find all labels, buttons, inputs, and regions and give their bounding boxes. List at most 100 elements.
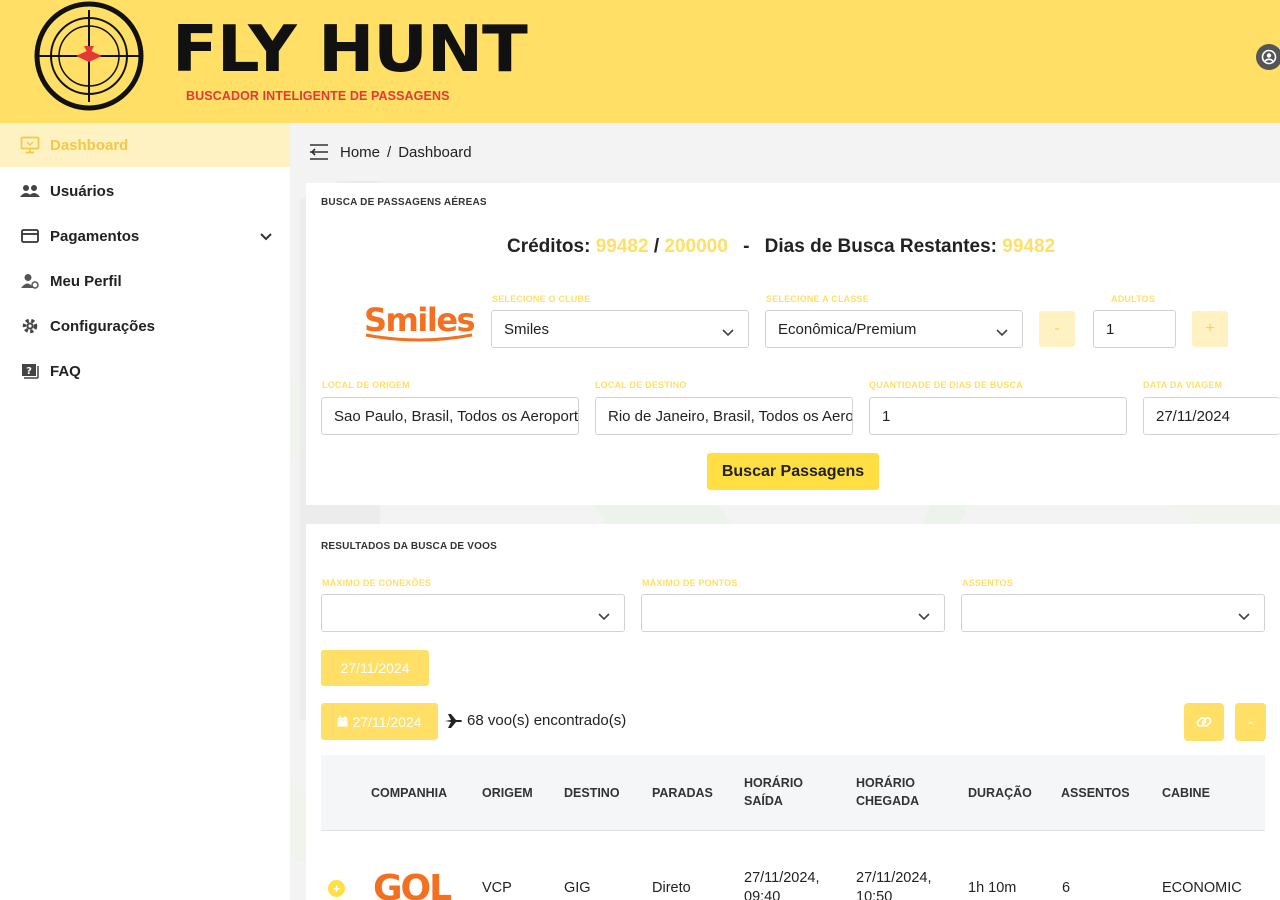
- cell-departure: 27/11/2024, 09:40: [744, 869, 820, 900]
- link-icon: [1196, 714, 1212, 730]
- destination-input[interactable]: Rio de Janeiro, Brasil, Todos os Aeropor…: [595, 397, 853, 435]
- chevron-down-icon: [722, 324, 734, 341]
- sidebar-item-label: Configurações: [50, 317, 156, 335]
- column-header-assentos[interactable]: ASSENTOS: [1061, 784, 1130, 802]
- cell-departure-time: 09:40: [744, 889, 781, 900]
- calendar-icon: [337, 716, 349, 727]
- column-header-origem[interactable]: ORIGEM: [482, 784, 533, 802]
- cell-departure-date: 27/11/2024,: [744, 870, 820, 886]
- days-remaining-label: Dias de Busca Restantes:: [764, 236, 997, 257]
- cell-arrival-date: 27/11/2024,: [856, 870, 932, 886]
- column-header-cabine[interactable]: CABINE: [1162, 784, 1210, 802]
- adults-label: ADULTOS: [1111, 294, 1156, 304]
- date-chip[interactable]: 27/11/2024: [321, 703, 438, 740]
- expand-row-icon[interactable]: +: [328, 880, 345, 897]
- breadcrumb-current: Dashboard: [398, 143, 472, 161]
- smiles-smile-icon: [365, 333, 473, 342]
- sidebar-item-faq[interactable]: ? FAQ: [0, 349, 290, 393]
- chevron-down-icon: [918, 608, 930, 625]
- credits-summary: Créditos: 99482 / 200000 - Dias de Busca…: [507, 236, 1055, 258]
- cell-cabin: ECONOMIC: [1162, 880, 1242, 896]
- credits-used: 99482: [595, 236, 649, 257]
- gol-airline-logo: GOL: [373, 868, 452, 900]
- travel-date-value: 27/11/2024: [1156, 407, 1230, 425]
- credits-label: Créditos:: [507, 236, 591, 257]
- seats-select[interactable]: [961, 594, 1265, 632]
- column-header-line1: HORÁRIO: [744, 776, 804, 790]
- sidebar-item-usuarios[interactable]: Usuários: [0, 169, 290, 213]
- club-select-value: Smiles: [504, 320, 550, 338]
- travel-date-input[interactable]: 27/11/2024: [1143, 397, 1280, 435]
- origin-label: LOCAL DE ORIGEM: [322, 380, 410, 390]
- column-header-paradas[interactable]: PARADAS: [652, 784, 713, 802]
- seats-label: ASSENTOS: [962, 578, 1013, 588]
- max-points-label: MÁXIMO DE PONTOS: [642, 578, 738, 588]
- column-header-companhia[interactable]: COMPANHIA: [371, 784, 447, 802]
- column-header-line2: CHEGADA: [856, 794, 920, 808]
- sidebar-item-label: Dashboard: [50, 136, 129, 154]
- credits-total: 200000: [664, 236, 728, 257]
- class-select[interactable]: Econômica/Premium: [765, 310, 1023, 348]
- chevron-down-icon: [598, 608, 610, 625]
- date-tab[interactable]: 27/11/2024: [321, 650, 429, 686]
- chevron-down-icon: [996, 324, 1008, 341]
- credits-dash: -: [743, 236, 750, 257]
- crosshair-logo-icon: [34, 1, 144, 111]
- collapse-button[interactable]: -: [1235, 703, 1266, 741]
- brand-subtitle: BUSCADOR INTELIGENTE DE PASSAGENS: [186, 89, 450, 103]
- sidebar-item-pagamentos[interactable]: Pagamentos: [0, 214, 290, 258]
- cell-duration: 1h 10m: [968, 880, 1017, 896]
- credit-card-icon: [20, 226, 40, 246]
- origin-value: Sao Paulo, Brasil, Todos os Aeroportos: [334, 407, 579, 425]
- max-connections-select[interactable]: [321, 594, 625, 632]
- column-header-destino[interactable]: DESTINO: [564, 784, 620, 802]
- column-header-duracao[interactable]: DURAÇÃO: [968, 784, 1032, 802]
- flights-found-text: 68 voo(s) encontrado(s): [467, 712, 627, 729]
- travel-date-label: DATA DA VIAGEM: [1143, 380, 1223, 390]
- sidebar-item-meu-perfil[interactable]: Meu Perfil: [0, 259, 290, 303]
- adults-increment-button[interactable]: +: [1192, 311, 1228, 347]
- sidebar-item-label: Meu Perfil: [50, 272, 122, 290]
- smiles-logo: Smiles: [364, 300, 476, 346]
- monitor-icon: [20, 135, 40, 155]
- sidebar-toggle-icon[interactable]: [308, 143, 330, 161]
- adults-decrement-button[interactable]: -: [1039, 311, 1075, 347]
- question-box-icon: ?: [20, 361, 40, 381]
- sidebar-item-label: Pagamentos: [50, 227, 140, 245]
- column-header-line1: HORÁRIO: [856, 776, 916, 790]
- max-points-select[interactable]: [641, 594, 945, 632]
- destination-value: Rio de Janeiro, Brasil, Todos os Aeropor…: [608, 407, 853, 425]
- club-select[interactable]: Smiles: [491, 310, 749, 348]
- gear-icon: [20, 316, 40, 336]
- sidebar-item-dashboard[interactable]: Dashboard: [0, 123, 290, 167]
- airplane-icon: [445, 713, 463, 728]
- sidebar-item-configuracoes[interactable]: Configurações: [0, 304, 290, 348]
- origin-input[interactable]: Sao Paulo, Brasil, Todos os Aeroportos: [321, 397, 579, 435]
- brand-title: FLY HUNT: [172, 13, 528, 87]
- column-header-horario-chegada[interactable]: HORÁRIO CHEGADA: [856, 774, 919, 810]
- sidebar-item-label: FAQ: [50, 362, 81, 380]
- user-account-icon[interactable]: [1256, 44, 1280, 70]
- column-header-horario-saida[interactable]: HORÁRIO SAÍDA: [744, 774, 803, 810]
- chevron-down-icon[interactable]: [260, 228, 272, 245]
- sidebar: Dashboard Usuários Pagamentos Meu Perfil…: [0, 123, 290, 900]
- cell-origin: VCP: [482, 880, 512, 896]
- users-icon: [20, 181, 40, 201]
- search-days-input[interactable]: 1: [869, 397, 1127, 435]
- search-card-title: BUSCA DE PASSAGENS AÉREAS: [321, 197, 487, 208]
- breadcrumb-home[interactable]: Home: [340, 144, 380, 161]
- adults-input[interactable]: 1: [1093, 310, 1176, 348]
- copy-link-button[interactable]: [1184, 703, 1224, 741]
- cell-arrival-time: 10:50: [856, 889, 893, 900]
- breadcrumb: Home / Dashboard: [290, 123, 1280, 181]
- cell-stops: Direto: [652, 880, 691, 896]
- results-card-title: RESULTADOS DA BUSCA DE VOOS: [321, 541, 497, 552]
- destination-label: LOCAL DE DESTINO: [595, 380, 687, 390]
- class-label: SELECIONE A CLASSE: [766, 294, 869, 304]
- user-settings-icon: [20, 271, 40, 291]
- club-label: SELECIONE O CLUBE: [492, 294, 591, 304]
- sidebar-item-label: Usuários: [50, 182, 115, 200]
- column-header-line2: SAÍDA: [744, 794, 783, 808]
- cell-arrival: 27/11/2024, 10:50: [856, 869, 932, 900]
- search-flights-button[interactable]: Buscar Passagens: [707, 453, 879, 490]
